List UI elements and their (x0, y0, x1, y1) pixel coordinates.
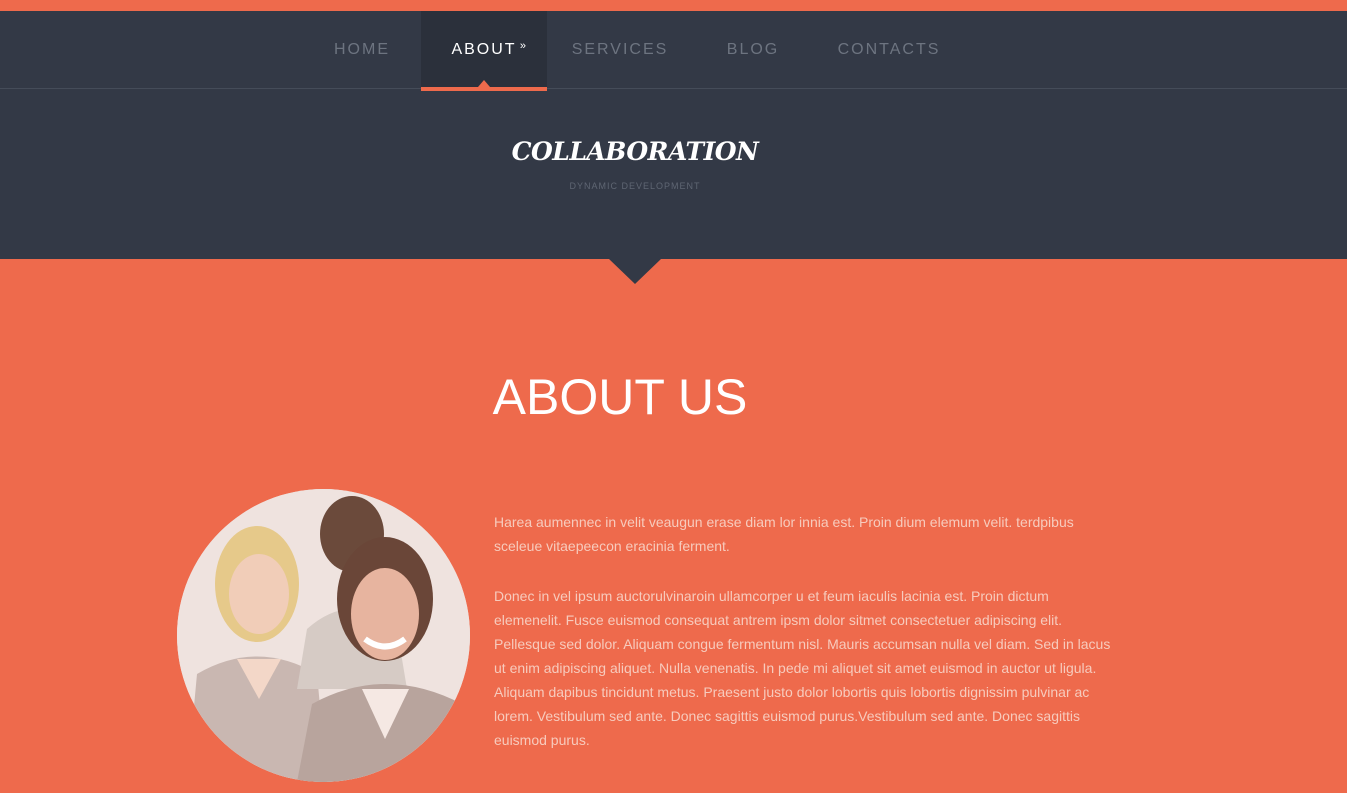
nav-item-label: CONTACTS (837, 41, 941, 58)
nav-item-about[interactable]: ABOUT » (421, 11, 547, 89)
nav-item-contacts[interactable]: CONTACTS (826, 11, 952, 89)
nav-item-services[interactable]: SERVICES (560, 11, 680, 89)
nav-item-label: HOME (334, 41, 390, 58)
team-photo-illustration (177, 489, 470, 782)
double-chevron-right-icon: » (519, 40, 528, 52)
about-body-paragraph: Donec in vel ipsum auctorulvinaroin ulla… (494, 588, 1111, 748)
nav-active-indicator (421, 87, 547, 91)
nav-item-label: BLOG (726, 41, 780, 58)
nav-active-notch (478, 80, 490, 87)
team-photo (177, 489, 470, 782)
nav-item-label: SERVICES (571, 41, 669, 58)
site-tagline: DYNAMIC DEVELOPMENT (569, 181, 701, 191)
nav-divider (0, 88, 1347, 89)
header-arrow-pointer (609, 259, 661, 284)
top-accent-strip (0, 0, 1347, 11)
about-intro-paragraph: Harea aumennec in velit veaugun erase di… (494, 514, 1074, 554)
site-header: HOME ABOUT » SERVICES BLOG CONTACTS COLL… (0, 11, 1347, 259)
nav-item-home[interactable]: HOME (318, 11, 406, 89)
section-title: ABOUT US (492, 369, 748, 425)
nav-item-blog[interactable]: BLOG (712, 11, 794, 89)
nav-item-label: ABOUT (451, 41, 517, 58)
site-logo[interactable]: COLLABORATION (500, 137, 770, 166)
